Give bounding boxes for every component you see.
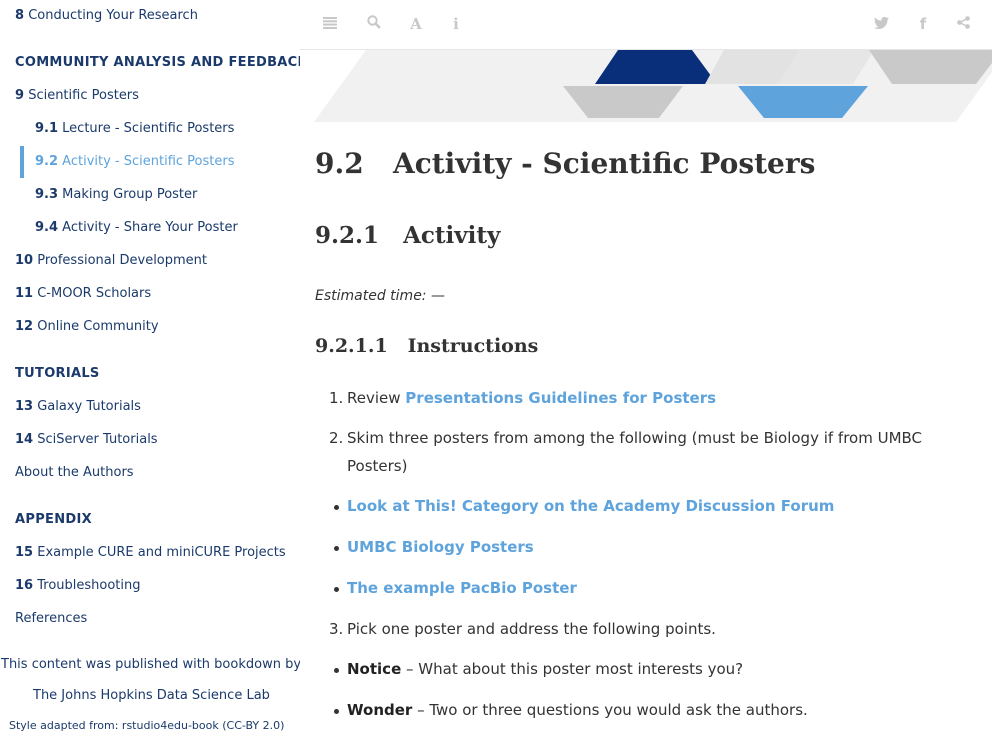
list-item: Look at This! Category on the Academy Di…	[347, 497, 834, 515]
info-icon[interactable]: i	[446, 14, 466, 34]
main-content: 9.2 Activity - Scientific Posters 9.2.1 …	[300, 50, 992, 744]
sidebar: 8 Conducting Your Research COMMUNITY ANA…	[0, 0, 300, 744]
sidebar-item-about-authors[interactable]: About the Authors	[15, 465, 134, 480]
bullet-icon	[334, 587, 339, 592]
sidebar-section-header: COMMUNITY ANALYSIS AND FEEDBACK	[15, 55, 300, 70]
chapter-number: 9.4	[35, 220, 59, 235]
list-item-text: Review	[347, 389, 406, 407]
sidebar-item-label: About the Authors	[15, 465, 134, 480]
page-title: 9.2 Activity - Scientific Posters	[315, 147, 815, 180]
sidebar-item-scientific-posters[interactable]: 9 Scientific Posters	[15, 88, 139, 103]
subsection-title-text: Activity	[403, 222, 501, 249]
sidebar-item-label: Online Community	[37, 319, 159, 334]
sidebar-item-label: Example CURE and miniCURE Projects	[37, 545, 286, 560]
section-number: 9.2	[315, 147, 364, 180]
sidebar-item-label: Conducting Your Research	[28, 8, 198, 23]
umbc-posters-link[interactable]: UMBC Biology Posters	[347, 538, 534, 556]
twitter-icon[interactable]	[871, 14, 891, 34]
list-item: Wonder – Two or three questions you woul…	[347, 701, 808, 719]
sidebar-item-label: Activity - Scientific Posters	[62, 154, 235, 169]
list-item-text: Posters)	[347, 457, 408, 475]
active-indicator-bar	[20, 146, 24, 178]
sidebar-item-online-community[interactable]: 12 Online Community	[15, 319, 159, 334]
academy-forum-link[interactable]: Look at This! Category on the Academy Di…	[347, 497, 834, 515]
facebook-icon[interactable]: f	[913, 14, 933, 34]
list-item: UMBC Biology Posters	[347, 538, 534, 556]
chapter-number: 9.1	[35, 121, 59, 136]
bullet-icon	[334, 709, 339, 714]
sidebar-item-activity-posters[interactable]: 9.2 Activity - Scientific Posters	[35, 154, 235, 169]
chapter-number: 15	[15, 545, 34, 560]
list-item: Review Presentations Guidelines for Post…	[347, 389, 716, 407]
list-item: The example PacBio Poster	[347, 579, 577, 597]
style-credit-link[interactable]: Style adapted from: rstudio4edu-book (CC…	[9, 719, 284, 732]
subsection-heading: 9.2.1 Activity	[315, 222, 500, 249]
poster-guidelines-link[interactable]: Presentations Guidelines for Posters	[405, 389, 716, 407]
sidebar-item-references[interactable]: References	[15, 611, 87, 626]
list-number: 2.	[329, 429, 344, 447]
sidebar-section-header: APPENDIX	[15, 512, 92, 527]
book-toolbar: A i f	[300, 0, 992, 50]
sidebar-item-label: Making Group Poster	[62, 187, 198, 202]
list-item-text: Skim three posters from among the follow…	[347, 429, 923, 447]
chapter-number: 8	[15, 8, 25, 23]
sidebar-item-share-poster[interactable]: 9.4 Activity - Share Your Poster	[35, 220, 238, 235]
sidebar-item-example-cure[interactable]: 15 Example CURE and miniCURE Projects	[15, 545, 286, 560]
sidebar-item-label: Galaxy Tutorials	[37, 399, 141, 414]
share-icon[interactable]	[953, 14, 973, 34]
jhu-dsl-link[interactable]: The Johns Hopkins Data Science Lab	[33, 688, 270, 703]
bullet-icon	[334, 668, 339, 673]
instructions-title-text: Instructions	[407, 335, 539, 357]
list-item: Notice – What about this poster most int…	[347, 660, 743, 678]
chapter-number: 10	[15, 253, 34, 268]
bullet-icon	[334, 546, 339, 551]
header-banner-image	[314, 50, 992, 122]
list-number: 3.	[329, 620, 344, 638]
published-with-text: This content was published with bookdown…	[1, 657, 300, 672]
section-number: 9.2.1	[315, 222, 380, 249]
sidebar-item-label: C-MOOR Scholars	[37, 286, 152, 301]
sidebar-item-cmoor-scholars[interactable]: 11 C-MOOR Scholars	[15, 286, 151, 301]
chapter-number: 11	[15, 286, 34, 301]
chapter-number: 9.3	[35, 187, 59, 202]
section-title-text: Activity - Scientific Posters	[392, 147, 816, 180]
chapter-number: 13	[15, 399, 34, 414]
sidebar-item-professional-development[interactable]: 10 Professional Development	[15, 253, 207, 268]
chapter-number: 12	[15, 319, 34, 334]
font-icon[interactable]: A	[406, 14, 426, 34]
chapter-number: 14	[15, 432, 34, 447]
list-number: 1.	[329, 389, 344, 407]
list-icon[interactable]	[320, 14, 340, 34]
search-icon[interactable]	[364, 14, 384, 34]
instructions-heading: 9.2.1.1 Instructions	[315, 335, 538, 357]
notice-label: Notice	[347, 660, 402, 678]
sidebar-section-header: TUTORIALS	[15, 366, 100, 381]
sidebar-item-making-group-poster[interactable]: 9.3 Making Group Poster	[35, 187, 197, 202]
sidebar-item-troubleshooting[interactable]: 16 Troubleshooting	[15, 578, 141, 593]
sidebar-item-label: Scientific Posters	[28, 88, 139, 103]
list-item-text: – What about this poster most interests …	[401, 660, 744, 678]
estimated-time: Estimated time: —	[315, 288, 445, 304]
chapter-number: 9.2	[35, 154, 59, 169]
sidebar-item-label: References	[15, 611, 88, 626]
sidebar-item-label: Lecture - Scientific Posters	[62, 121, 235, 136]
chapter-number: 9	[15, 88, 25, 103]
sidebar-item-galaxy-tutorials[interactable]: 13 Galaxy Tutorials	[15, 399, 141, 414]
sidebar-item-label: Professional Development	[37, 253, 208, 268]
list-item-text: Pick one poster and address the followin…	[347, 620, 716, 638]
sidebar-item-conducting-research[interactable]: 8 Conducting Your Research	[15, 8, 198, 23]
section-number: 9.2.1.1	[315, 335, 388, 357]
sidebar-item-lecture-posters[interactable]: 9.1 Lecture - Scientific Posters	[35, 121, 234, 136]
bullet-icon	[334, 505, 339, 510]
pacbio-poster-link[interactable]: The example PacBio Poster	[347, 579, 577, 597]
sidebar-item-sciserver-tutorials[interactable]: 14 SciServer Tutorials	[15, 432, 158, 447]
sidebar-item-label: Activity - Share Your Poster	[62, 220, 238, 235]
list-item-text: – Two or three questions you would ask t…	[412, 701, 808, 719]
chapter-number: 16	[15, 578, 34, 593]
sidebar-item-label: SciServer Tutorials	[37, 432, 158, 447]
sidebar-item-label: Troubleshooting	[37, 578, 141, 593]
wonder-label: Wonder	[347, 701, 413, 719]
